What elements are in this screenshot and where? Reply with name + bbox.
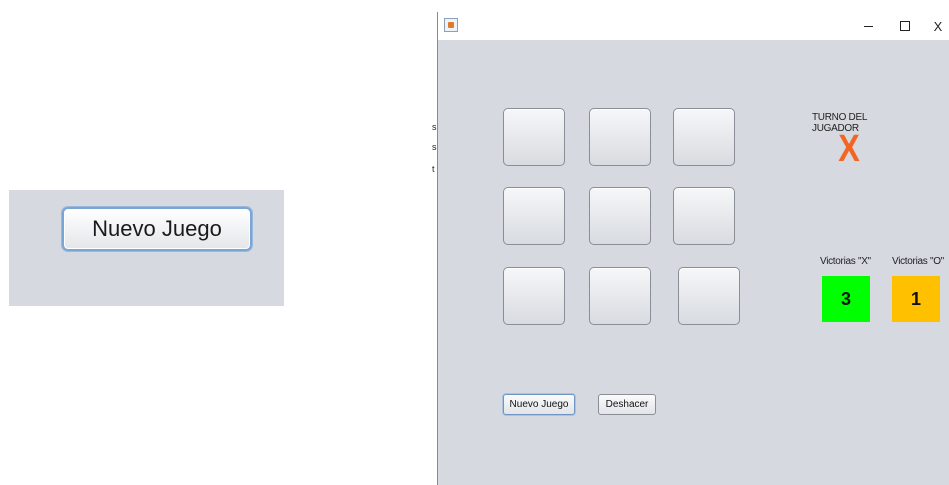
background-text-fragment: s [432, 122, 437, 132]
maximize-button[interactable] [893, 16, 917, 36]
new-game-button-zoomed[interactable]: Nuevo Juego [62, 207, 252, 251]
undo-button[interactable]: Deshacer [598, 394, 656, 415]
score-o-value: 1 [892, 276, 940, 322]
title-bar[interactable]: X [438, 12, 949, 40]
board-cell-7[interactable] [503, 267, 565, 325]
board-cell-9[interactable] [678, 267, 740, 325]
board-cell-3[interactable] [673, 108, 735, 166]
board-cell-1[interactable] [503, 108, 565, 166]
java-app-icon [444, 18, 458, 32]
score-x-value: 3 [822, 276, 870, 322]
board-cell-5[interactable] [589, 187, 651, 245]
zoomed-button-preview: Nuevo Juego [9, 190, 284, 306]
close-button[interactable]: X [926, 16, 949, 36]
minimize-icon [863, 25, 873, 27]
tic-tac-toe-window: X TURNO DEL JUGADOR X Victorias "X" Vict… [437, 12, 949, 485]
background-text-fragment: s [432, 142, 437, 152]
score-o-label: Victorias "O" [892, 256, 944, 267]
turn-label: TURNO DEL JUGADOR [812, 112, 867, 134]
close-icon: X [933, 18, 943, 34]
new-game-button[interactable]: Nuevo Juego [503, 394, 575, 415]
minimize-button[interactable] [856, 16, 880, 36]
maximize-icon [900, 21, 910, 31]
board-cell-8[interactable] [589, 267, 651, 325]
score-x-label: Victorias "X" [820, 256, 871, 267]
board-cell-2[interactable] [589, 108, 651, 166]
board-cell-6[interactable] [673, 187, 735, 245]
current-player-indicator: X [838, 128, 860, 170]
background-text-fragment: t [432, 164, 435, 174]
board-cell-4[interactable] [503, 187, 565, 245]
